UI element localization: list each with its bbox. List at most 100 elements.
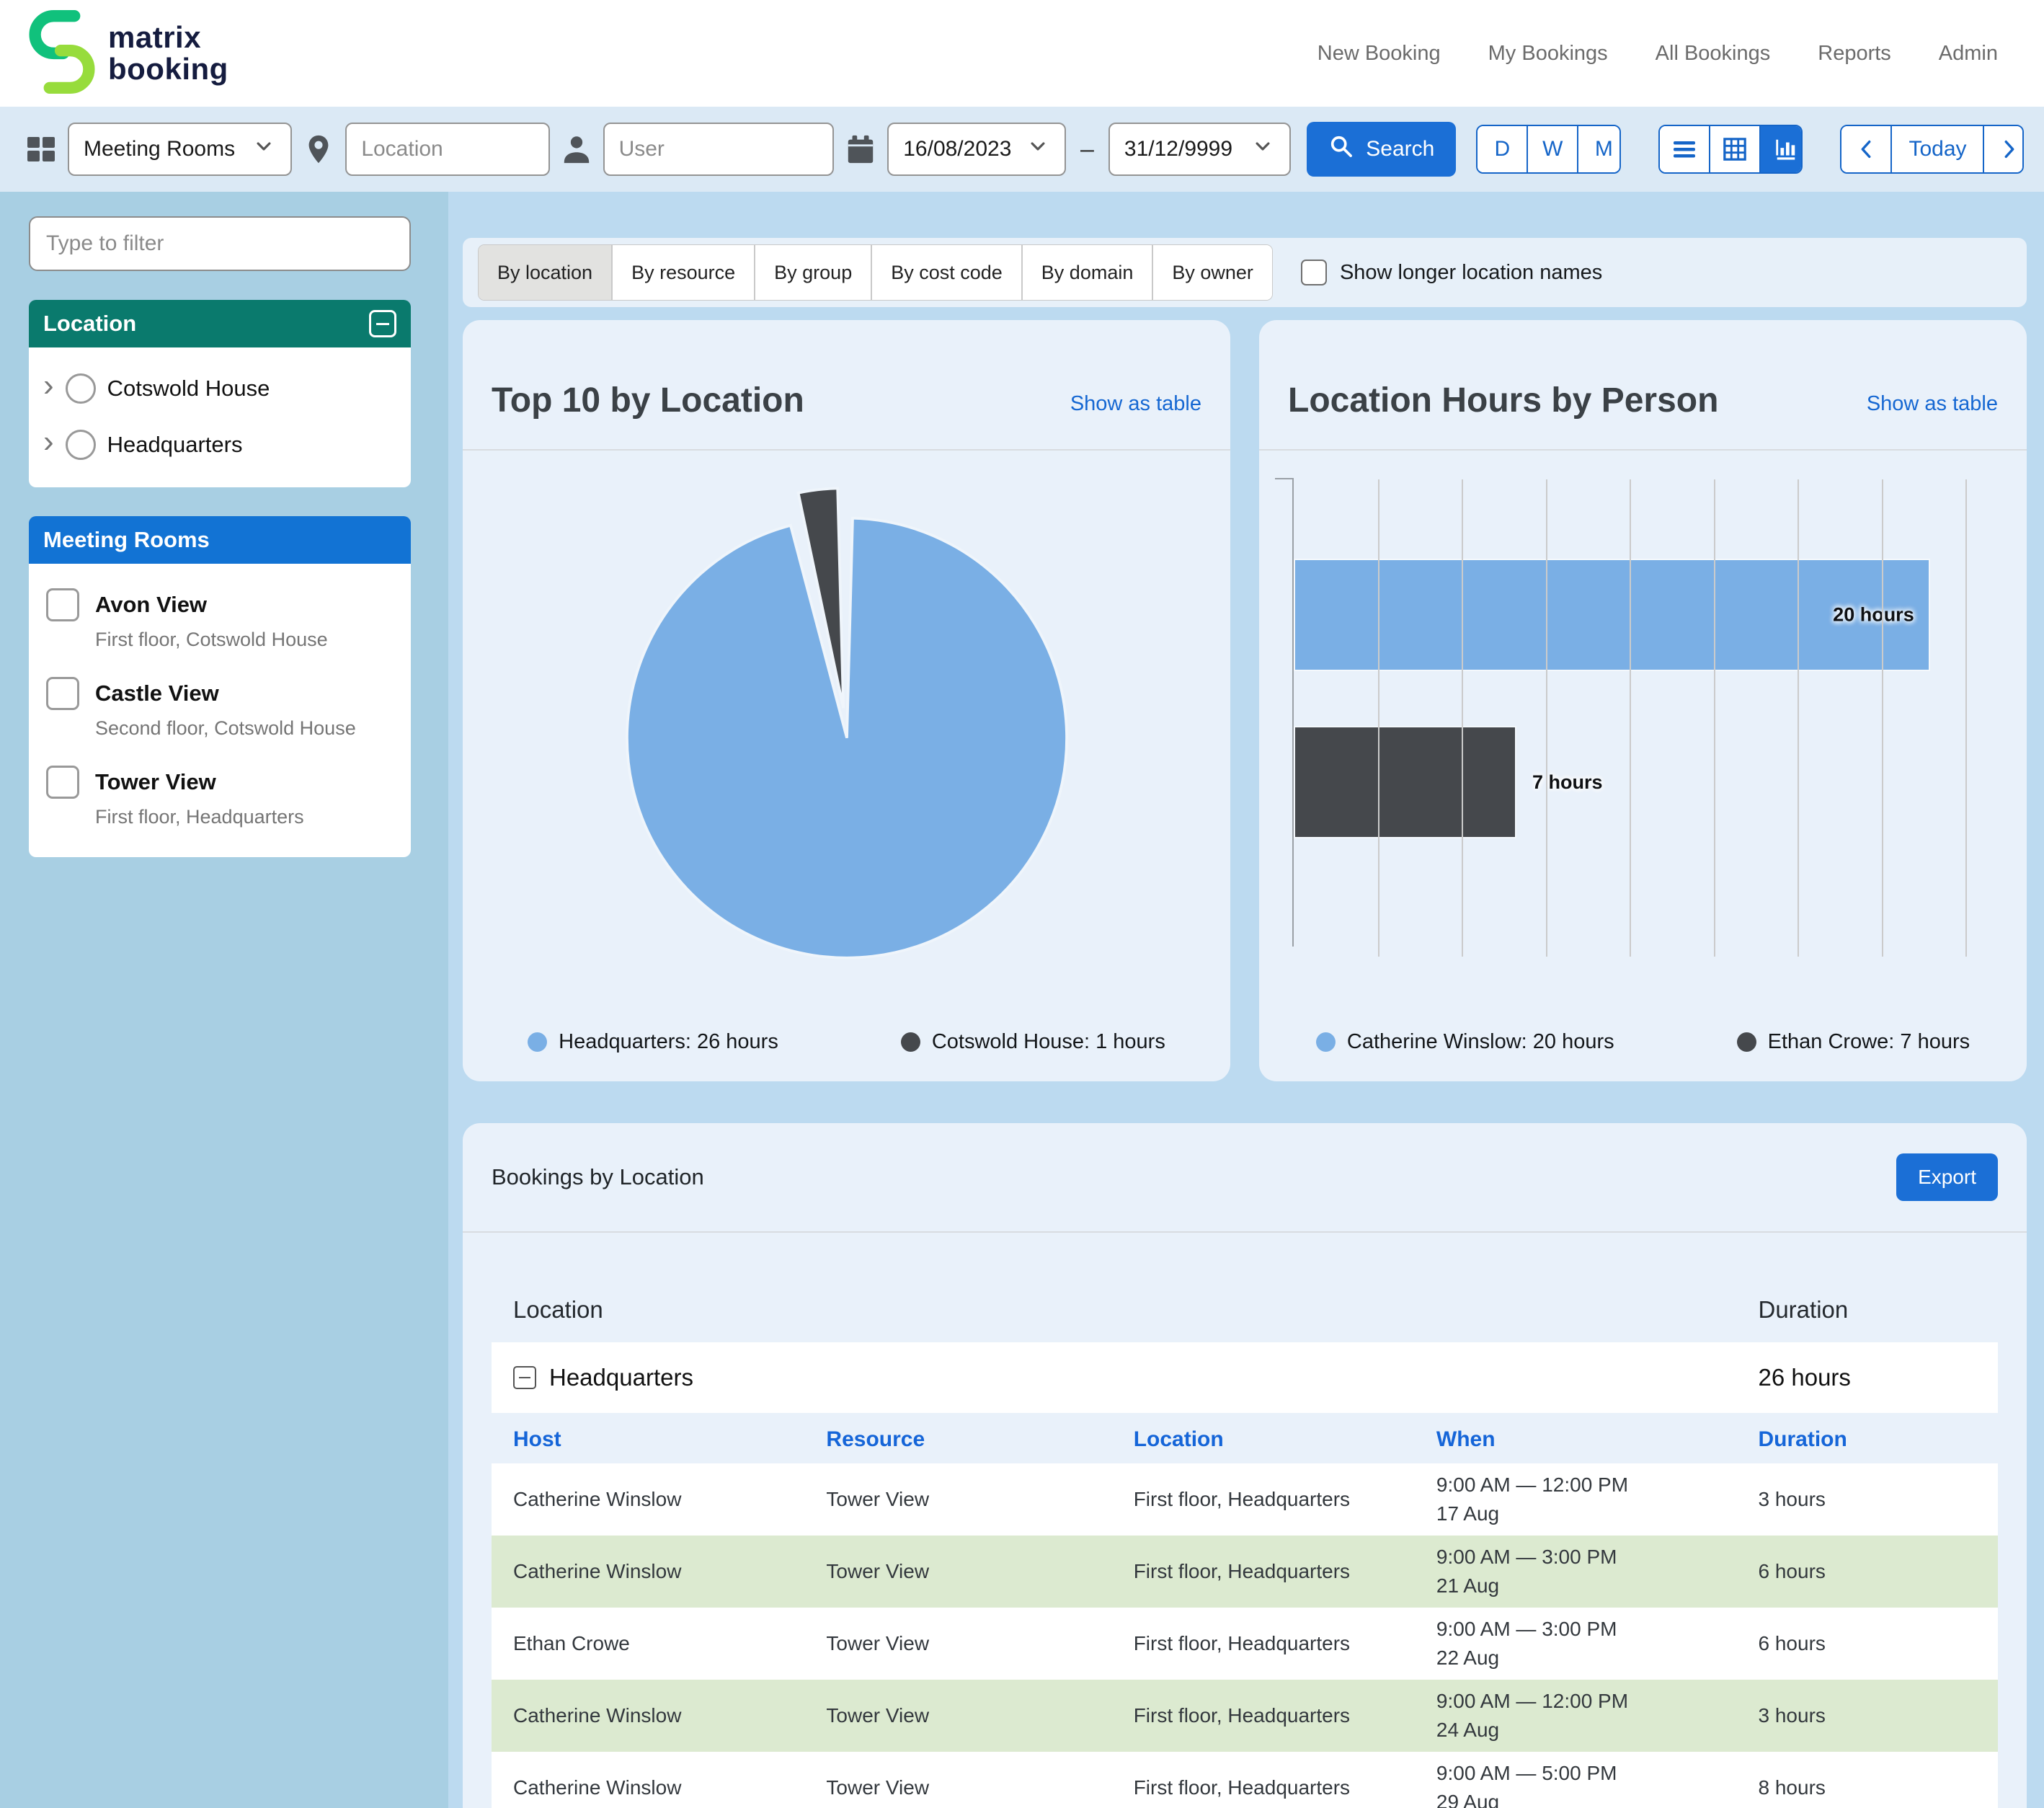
list-icon xyxy=(1672,138,1697,160)
outer-col-location: Location xyxy=(513,1296,826,1324)
room-location: First floor, Cotswold House xyxy=(95,629,394,651)
when-date: 22 Aug xyxy=(1436,1644,1759,1672)
gridline xyxy=(1378,479,1379,957)
group-name: Headquarters xyxy=(549,1364,693,1391)
room-checkbox[interactable] xyxy=(46,677,79,710)
cell-location: First floor, Headquarters xyxy=(1134,1704,1436,1727)
gridline xyxy=(1965,479,1967,957)
pie-show-as-table-link[interactable]: Show as table xyxy=(1070,392,1201,420)
expand-chevron-icon[interactable]: › xyxy=(43,370,54,402)
grid-view-button[interactable] xyxy=(1710,126,1761,172)
collapse-group-icon[interactable] xyxy=(513,1366,536,1389)
location-tree: › Cotswold House › Headquarters xyxy=(29,347,411,487)
expand-chevron-icon[interactable]: › xyxy=(43,426,54,458)
sort-column-location[interactable]: Location xyxy=(1134,1427,1436,1452)
date-from-select[interactable]: 16/08/2023 xyxy=(887,123,1066,176)
gridline xyxy=(1882,479,1883,957)
cell-when: 9:00 AM — 5:00 PM29 Aug xyxy=(1436,1759,1759,1808)
bookings-table-header: HostResourceLocationWhenDuration xyxy=(492,1416,1998,1463)
sort-column-host[interactable]: Host xyxy=(513,1427,826,1452)
location-radio[interactable] xyxy=(66,373,96,404)
legend-item-cotswold-house: Cotswold House: 1 hours xyxy=(901,1030,1165,1054)
location-pin-icon xyxy=(302,133,335,166)
cell-location: First floor, Headquarters xyxy=(1134,1560,1436,1583)
room-name: Avon View xyxy=(95,592,207,618)
date-to-select[interactable]: 31/12/9999 xyxy=(1108,123,1291,176)
chart-view-button[interactable] xyxy=(1761,126,1803,172)
room-location: First floor, Headquarters xyxy=(95,806,394,828)
cell-host: Catherine Winslow xyxy=(513,1704,826,1727)
location-radio[interactable] xyxy=(66,430,96,460)
next-period-button[interactable] xyxy=(1984,126,2023,172)
cell-resource: Tower View xyxy=(826,1776,1133,1799)
report-tabs: By locationBy resourceBy groupBy cost co… xyxy=(479,245,1272,300)
list-view-button[interactable] xyxy=(1660,126,1710,172)
cell-duration: 6 hours xyxy=(1759,1560,1976,1583)
period-w-button[interactable]: W xyxy=(1528,126,1578,172)
sort-column-duration[interactable]: Duration xyxy=(1759,1427,1976,1452)
show-longer-names-label: Show longer location names xyxy=(1340,261,1602,285)
sort-column-resource[interactable]: Resource xyxy=(826,1427,1133,1452)
period-d-button[interactable]: D xyxy=(1478,126,1528,172)
chevron-down-icon xyxy=(252,136,276,163)
top10-by-location-card: Top 10 by Location Show as table Headqua… xyxy=(463,320,1230,1081)
search-button[interactable]: Search xyxy=(1307,122,1456,177)
location-group-row[interactable]: Headquarters 26 hours xyxy=(492,1342,1998,1413)
export-button[interactable]: Export xyxy=(1896,1153,1998,1201)
nav-reports[interactable]: Reports xyxy=(1818,42,1891,66)
bar-chart-plot: 20 hours7 hours xyxy=(1292,479,1994,947)
bar-row-catherine-winslow: 20 hours xyxy=(1294,559,1994,671)
matrix-booking-logo-icon xyxy=(29,6,95,102)
room-item-tower-view[interactable]: Tower ViewFirst floor, Headquarters xyxy=(29,754,411,843)
location-tree-label: Headquarters xyxy=(107,432,243,458)
location-tree-item-cotswold-house[interactable]: › Cotswold House xyxy=(29,360,411,417)
cell-duration: 3 hours xyxy=(1759,1704,1976,1727)
legend-label: Cotswold House: 1 hours xyxy=(932,1030,1165,1054)
tab-by-owner[interactable]: By owner xyxy=(1153,245,1272,300)
today-button[interactable]: Today xyxy=(1892,126,1984,172)
sort-column-when[interactable]: When xyxy=(1436,1427,1759,1452)
room-item-avon-view[interactable]: Avon View First floor, Cotswold House xyxy=(29,577,411,665)
legend-item-catherine-winslow: Catherine Winslow: 20 hours xyxy=(1316,1030,1614,1054)
legend-item-ethan-crowe: Ethan Crowe: 7 hours xyxy=(1737,1030,1970,1054)
room-checkbox[interactable] xyxy=(46,588,79,621)
resource-type-select[interactable]: Meeting Rooms xyxy=(68,123,292,176)
filter-input[interactable] xyxy=(46,231,394,256)
when-time: 9:00 AM — 12:00 PM xyxy=(1436,1687,1759,1716)
group-toggle[interactable]: Headquarters xyxy=(513,1364,1759,1391)
collapse-panel-icon[interactable] xyxy=(369,310,396,337)
bar-show-as-table-link[interactable]: Show as table xyxy=(1867,392,1998,420)
legend-dot xyxy=(901,1032,920,1052)
show-longer-names-toggle[interactable]: Show longer location names xyxy=(1301,260,1602,285)
location-hours-by-person-card: Location Hours by Person Show as table 2… xyxy=(1259,320,2027,1081)
meeting-rooms-panel-title: Meeting Rooms xyxy=(43,527,210,553)
previous-period-button[interactable] xyxy=(1841,126,1892,172)
cell-host: Catherine Winslow xyxy=(513,1488,826,1511)
when-date: 17 Aug xyxy=(1436,1499,1759,1528)
chevron-down-icon xyxy=(1250,136,1275,163)
pie-chart-title: Top 10 by Location xyxy=(492,381,804,420)
room-checkbox[interactable] xyxy=(46,766,79,799)
location-input[interactable] xyxy=(361,137,533,161)
logo-link[interactable]: matrix booking xyxy=(29,6,228,102)
show-longer-names-checkbox[interactable] xyxy=(1301,260,1327,285)
legend-label: Catherine Winslow: 20 hours xyxy=(1347,1030,1614,1054)
tab-by-cost-code[interactable]: By cost code xyxy=(872,245,1023,300)
nav-admin[interactable]: Admin xyxy=(1939,42,1998,66)
when-time: 9:00 AM — 3:00 PM xyxy=(1436,1615,1759,1644)
user-input[interactable] xyxy=(619,137,819,161)
main-content: By locationBy resourceBy groupBy cost co… xyxy=(448,192,2044,1808)
nav-my-bookings[interactable]: My Bookings xyxy=(1488,42,1608,66)
period-m-button[interactable]: M xyxy=(1578,126,1620,172)
nav-all-bookings[interactable]: All Bookings xyxy=(1656,42,1771,66)
tab-by-resource[interactable]: By resource xyxy=(613,245,755,300)
calendar-icon xyxy=(844,133,877,166)
nav-new-booking[interactable]: New Booking xyxy=(1318,42,1441,66)
tab-by-location[interactable]: By location xyxy=(479,245,613,300)
room-item-castle-view[interactable]: Castle ViewSecond floor, Cotswold House xyxy=(29,665,411,754)
tab-by-domain[interactable]: By domain xyxy=(1023,245,1154,300)
when-date: 21 Aug xyxy=(1436,1572,1759,1600)
location-tree-label: Cotswold House xyxy=(107,376,270,402)
location-tree-item-headquarters[interactable]: › Headquarters xyxy=(29,417,411,473)
tab-by-group[interactable]: By group xyxy=(755,245,872,300)
